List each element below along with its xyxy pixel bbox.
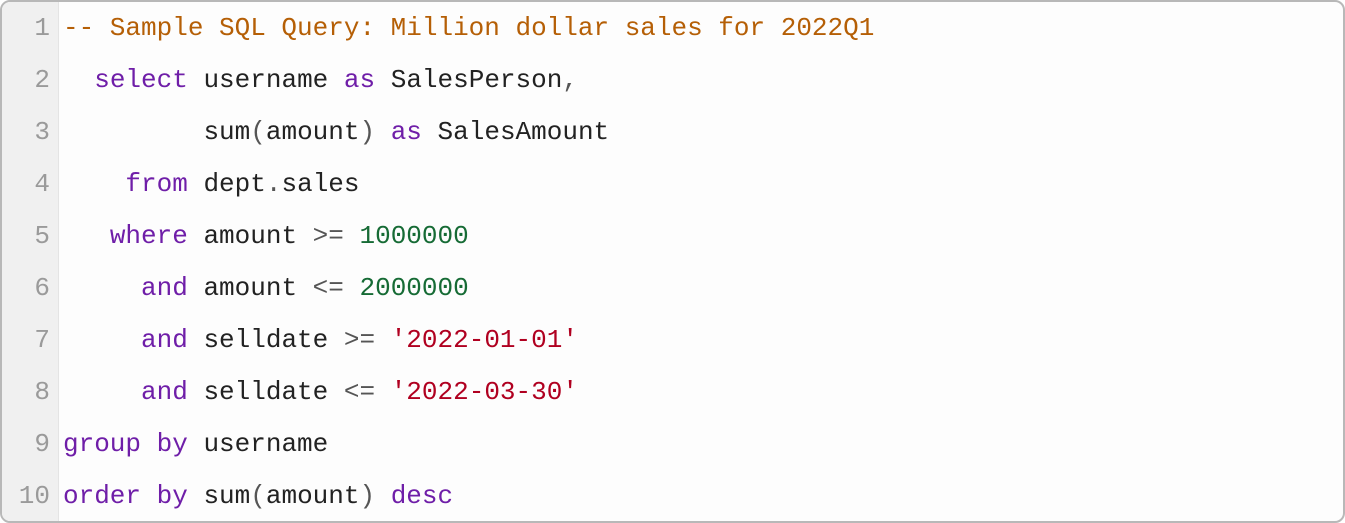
line-number: 8 — [8, 366, 50, 418]
token-op: >= — [344, 325, 375, 355]
code-line[interactable]: order by sum(amount) desc — [63, 470, 874, 522]
token-op: <= — [344, 377, 375, 407]
code-line[interactable]: and selldate >= '2022-01-01' — [63, 314, 874, 366]
token-number: 1000000 — [360, 221, 469, 251]
token-string: '2022-01-01' — [391, 325, 578, 355]
line-number: 1 — [8, 2, 50, 54]
line-number-gutter: 1 2 3 4 5 6 7 8 9 10 — [2, 2, 59, 521]
line-number: 9 — [8, 418, 50, 470]
token-punct: ) — [359, 117, 375, 147]
code-line[interactable]: and amount <= 2000000 — [63, 262, 874, 314]
line-number: 3 — [8, 106, 50, 158]
code-area[interactable]: 1 2 3 4 5 6 7 8 9 10 -- Sample SQL Query… — [2, 2, 1343, 521]
token-ident: amount — [266, 481, 360, 511]
token-keyword: and — [141, 273, 188, 303]
token-ident: dept — [203, 169, 265, 199]
code-line[interactable]: from dept.sales — [63, 158, 874, 210]
token-keyword: from — [125, 169, 187, 199]
code-line[interactable]: sum(amount) as SalesAmount — [63, 106, 874, 158]
token-keyword: where — [110, 221, 188, 251]
token-comment: -- Sample SQL Query: Million dollar sale… — [63, 13, 874, 43]
token-ident: amount — [203, 221, 297, 251]
token-ident: amount — [266, 117, 360, 147]
token-keyword: order by — [63, 481, 188, 511]
token-ident: username — [203, 429, 328, 459]
token-keyword: desc — [391, 481, 453, 511]
token-func: sum — [203, 117, 250, 147]
token-punct: ( — [250, 117, 266, 147]
line-number: 5 — [8, 210, 50, 262]
token-keyword: and — [141, 325, 188, 355]
token-keyword: group by — [63, 429, 188, 459]
code-line[interactable]: and selldate <= '2022-03-30' — [63, 366, 874, 418]
line-number: 7 — [8, 314, 50, 366]
token-ident: SalesAmount — [438, 117, 610, 147]
token-keyword: as — [391, 117, 422, 147]
code-body[interactable]: -- Sample SQL Query: Million dollar sale… — [59, 2, 874, 521]
token-keyword: select — [94, 65, 188, 95]
token-keyword: and — [141, 377, 188, 407]
token-op: <= — [313, 273, 344, 303]
line-number: 2 — [8, 54, 50, 106]
code-line[interactable]: select username as SalesPerson, — [63, 54, 874, 106]
token-punct: ( — [250, 481, 266, 511]
code-line[interactable]: where amount >= 1000000 — [63, 210, 874, 262]
code-line[interactable]: -- Sample SQL Query: Million dollar sale… — [63, 2, 874, 54]
token-ident: amount — [203, 273, 297, 303]
token-ident: sales — [281, 169, 359, 199]
line-number: 10 — [8, 470, 50, 522]
token-punct: , — [562, 65, 578, 95]
line-number: 6 — [8, 262, 50, 314]
code-line[interactable]: group by username — [63, 418, 874, 470]
sql-code-editor[interactable]: 1 2 3 4 5 6 7 8 9 10 -- Sample SQL Query… — [0, 0, 1345, 523]
token-string: '2022-03-30' — [391, 377, 578, 407]
line-number: 4 — [8, 158, 50, 210]
token-number: 2000000 — [360, 273, 469, 303]
token-ident: SalesPerson — [391, 65, 563, 95]
token-dot: . — [266, 169, 282, 199]
token-ident: selldate — [203, 325, 328, 355]
token-keyword: as — [344, 65, 375, 95]
token-ident: selldate — [203, 377, 328, 407]
token-punct: ) — [359, 481, 375, 511]
token-op: >= — [313, 221, 344, 251]
token-func: sum — [203, 481, 250, 511]
token-ident: username — [203, 65, 328, 95]
